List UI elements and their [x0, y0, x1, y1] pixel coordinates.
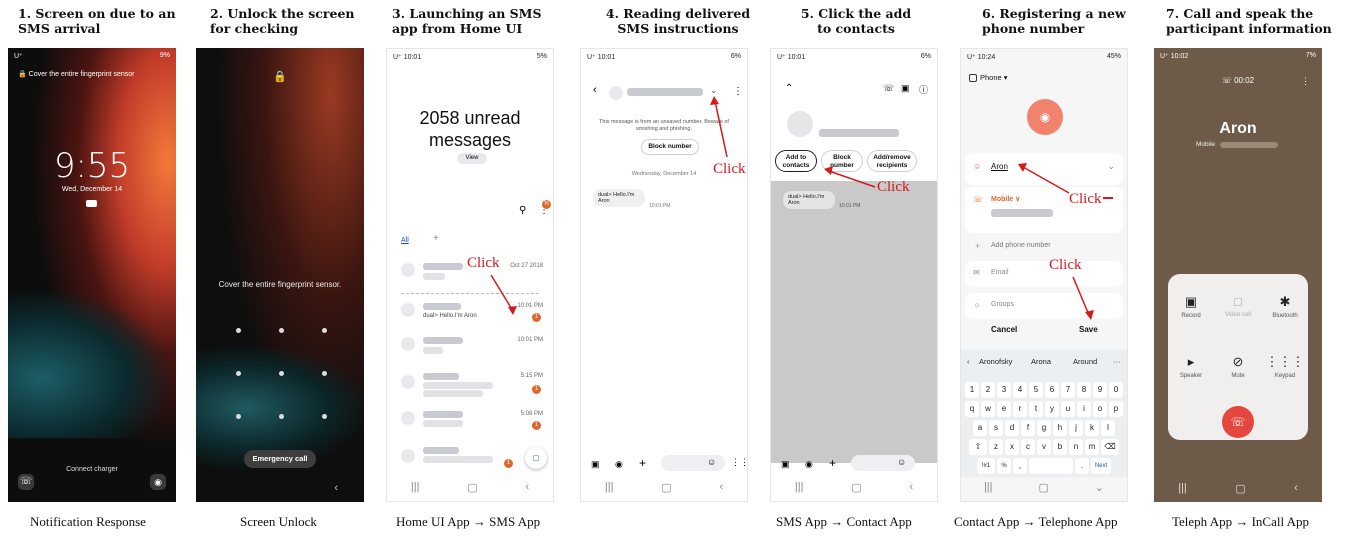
- back-icon[interactable]: ‹: [334, 482, 338, 494]
- step-title-3: 3. Launching an SMS app from Home UI: [392, 6, 542, 36]
- lock-screen: U⁺ 9% 🔒 Cover the entire fingerprint sens…: [8, 48, 176, 502]
- click-arrow: [490, 274, 517, 315]
- click-arrow: [710, 96, 728, 158]
- record-button[interactable]: ▣ Record: [1168, 294, 1214, 319]
- emergency-call-button[interactable]: Emergency call: [244, 450, 316, 468]
- keypad-icon: ⋮⋮⋮: [1265, 354, 1305, 369]
- step-title-2: 2. Unlock the screen for checking: [210, 6, 355, 36]
- lock-icon: 🔒: [273, 71, 287, 83]
- new-contact-screen: U⁺ 10:24 45% Phone ▾ ◉ ☺ Aron ⌄ ☏ Mobile …: [960, 48, 1128, 502]
- phone-shortcut-icon[interactable]: ☏: [18, 474, 34, 490]
- fingerprint-hint: 🔒 Cover the entire fingerprint sensor: [18, 71, 135, 78]
- call-timer: ☏ 00:02: [1221, 76, 1255, 85]
- bluetooth-icon: ✱: [1279, 294, 1291, 309]
- caller-label: Mobile: [1196, 141, 1216, 148]
- caption-1: Notification Response: [30, 514, 146, 529]
- step-title-4: 4. Reading delivered SMS instructions: [605, 6, 751, 36]
- caption-7: Teleph App → InCall App: [1172, 514, 1310, 529]
- click-arrow: [824, 166, 876, 188]
- step-title-6: 6. Registering a new phone number: [982, 6, 1126, 36]
- click-arrow-save: [1072, 276, 1094, 320]
- sms-list-screen: U⁺ 10:01 5% 2058 unread messages View ⚲ ⋮…: [386, 48, 554, 502]
- mute-button[interactable]: ⊘ Mute: [1215, 354, 1261, 379]
- sms-thread-screen: U⁺ 10:01 6% ‹ ⌄ ⋮ This message is from an…: [580, 48, 748, 502]
- caption-2: Screen Unlock: [240, 514, 317, 529]
- step-title-5: 5. Click the add to contacts: [800, 6, 912, 36]
- contact-actions-screen: U⁺ 10:01 6% ⌃ ☏ ▣ ⓘ Add to contacts Block…: [770, 48, 938, 502]
- pattern-grid[interactable]: [236, 328, 327, 419]
- call-controls-panel: ▣ Record □ Video call ✱ Bluetooth ▸ Speaker …: [1168, 274, 1308, 440]
- bluetooth-button[interactable]: ✱ Bluetooth: [1262, 294, 1308, 319]
- step-title-1: 1. Screen on due to an SMS arrival: [18, 6, 176, 36]
- lock-time: 9:55: [53, 146, 131, 186]
- navigation-bar[interactable]: ||| ▢ ‹: [1154, 474, 1322, 502]
- caption-5: SMS App → Contact App: [776, 514, 912, 529]
- in-call-screen: U⁺ 10:02 7% ☏ 00:02 ⋮ Aron Mobile ▣ Record…: [1154, 48, 1322, 502]
- end-call-button[interactable]: ☏: [1222, 406, 1254, 438]
- speaker-icon: ▸: [1187, 354, 1195, 369]
- step-title-7: 7. Call and speak the participant inform…: [1166, 6, 1332, 36]
- record-icon: ▣: [1184, 294, 1198, 309]
- mute-icon: ⊘: [1232, 354, 1244, 369]
- video-call-button[interactable]: □ Video call: [1215, 294, 1261, 318]
- caller-name: Aron: [1219, 120, 1257, 137]
- youtube-notification-icon[interactable]: [86, 200, 97, 207]
- more-options-icon[interactable]: ⋮: [1301, 76, 1310, 87]
- charger-text: Connect charger: [66, 466, 118, 473]
- keypad-button[interactable]: ⋮⋮⋮ Keypad: [1262, 354, 1308, 379]
- caller-number-blurred: [1220, 142, 1278, 148]
- caption-6: Contact App → Telephone App: [954, 514, 1118, 529]
- video-call-icon: □: [1234, 294, 1242, 309]
- unlock-screen: 🔒 Cover the entire fingerprint sensor. E…: [196, 48, 364, 502]
- caption-3: Home UI App → SMS App: [396, 514, 541, 529]
- fingerprint-hint: Cover the entire fingerprint sensor.: [218, 280, 342, 289]
- lock-date: Wed, December 14: [61, 186, 123, 193]
- camera-shortcut-icon[interactable]: ◉: [150, 474, 166, 490]
- speaker-button[interactable]: ▸ Speaker: [1168, 354, 1214, 379]
